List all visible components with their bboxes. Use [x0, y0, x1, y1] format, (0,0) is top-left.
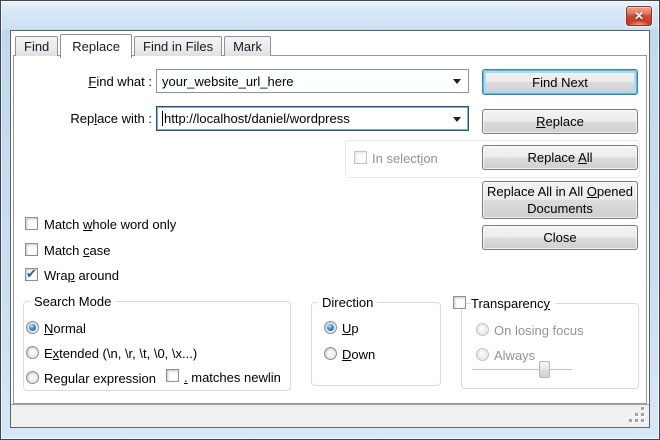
check-icon: ✔	[26, 268, 37, 279]
tab-mark[interactable]: Mark	[224, 36, 271, 56]
search-mode-extended-label: Extended (\n, \r, \t, \0, \x...)	[44, 346, 197, 361]
always-radio[interactable]	[476, 348, 489, 361]
replace-with-combobox[interactable]: http://localhost/daniel/wordpress	[156, 106, 469, 131]
resize-grip[interactable]	[629, 407, 645, 423]
replace-button[interactable]: Replace	[482, 109, 638, 134]
close-button[interactable]: ✕	[626, 6, 652, 26]
wrap-around-checkbox[interactable]: ✔	[25, 268, 38, 281]
search-mode-group-label: Search Mode	[30, 294, 115, 309]
transparency-slider-track[interactable]	[472, 369, 572, 371]
tab-find-in-files[interactable]: Find in Files	[134, 36, 222, 56]
search-mode-normal-label: Normal	[44, 321, 86, 336]
tab-bar: Find Replace Find in Files Mark	[15, 33, 273, 56]
in-selection-label: In selection	[372, 151, 438, 166]
match-whole-word-checkbox[interactable]	[25, 217, 38, 230]
transparency-slider-thumb[interactable]	[539, 361, 550, 378]
direction-down-radio[interactable]	[324, 347, 337, 360]
always-label: Always	[494, 348, 535, 363]
search-mode-normal-radio[interactable]	[26, 321, 39, 334]
direction-up-label: Up	[342, 321, 359, 336]
find-what-label: Find what :	[11, 74, 152, 89]
direction-down-label: Down	[342, 347, 375, 362]
match-case-label: Match case	[44, 243, 110, 258]
transparency-group	[461, 303, 639, 389]
wrap-around-label: Wrap around	[44, 268, 119, 283]
replace-all-opened-button[interactable]: Replace All in All Opened Documents	[482, 181, 638, 219]
close-dialog-button[interactable]: Close	[482, 225, 638, 250]
dialog-client-area: Find Replace Find in Files Mark Find wha…	[10, 30, 650, 428]
chevron-down-icon[interactable]	[453, 79, 461, 84]
search-mode-regex-label: Regular expression	[44, 371, 156, 386]
find-what-combobox[interactable]: your_website_url_here	[156, 69, 469, 93]
on-losing-focus-label: On losing focus	[494, 323, 584, 338]
text-caret	[162, 111, 163, 126]
replace-dialog-window: ✕ Find Replace Find in Files Mark Find w…	[0, 0, 660, 440]
find-next-button[interactable]: Find Next	[482, 69, 638, 95]
dialog-bottom-strip	[11, 404, 649, 427]
transparency-label: Transparency	[471, 296, 555, 311]
close-icon: ✕	[634, 10, 644, 22]
tab-find[interactable]: Find	[15, 36, 58, 56]
direction-group: Direction	[311, 302, 441, 386]
direction-up-radio[interactable]	[324, 321, 337, 334]
tab-replace[interactable]: Replace	[60, 34, 132, 58]
titlebar[interactable]: ✕	[1, 1, 659, 30]
match-whole-word-label: Match whole word only	[44, 217, 176, 232]
match-case-checkbox[interactable]	[25, 243, 38, 256]
replace-with-value[interactable]: http://localhost/daniel/wordpress	[162, 107, 446, 130]
chevron-down-icon[interactable]	[453, 117, 461, 122]
find-what-value[interactable]: your_website_url_here	[162, 70, 446, 92]
transparency-checkbox[interactable]	[453, 296, 466, 309]
on-losing-focus-radio[interactable]	[476, 323, 489, 336]
dot-matches-newline-label: . matches newlin	[184, 370, 281, 385]
search-mode-regex-radio[interactable]	[26, 371, 39, 384]
replace-with-label: Replace with :	[11, 111, 152, 126]
in-selection-checkbox[interactable]	[354, 151, 367, 164]
replace-all-button[interactable]: Replace All	[482, 145, 638, 170]
dot-matches-newline-checkbox[interactable]	[166, 369, 179, 382]
search-mode-extended-radio[interactable]	[26, 346, 39, 359]
direction-group-label: Direction	[318, 295, 377, 310]
